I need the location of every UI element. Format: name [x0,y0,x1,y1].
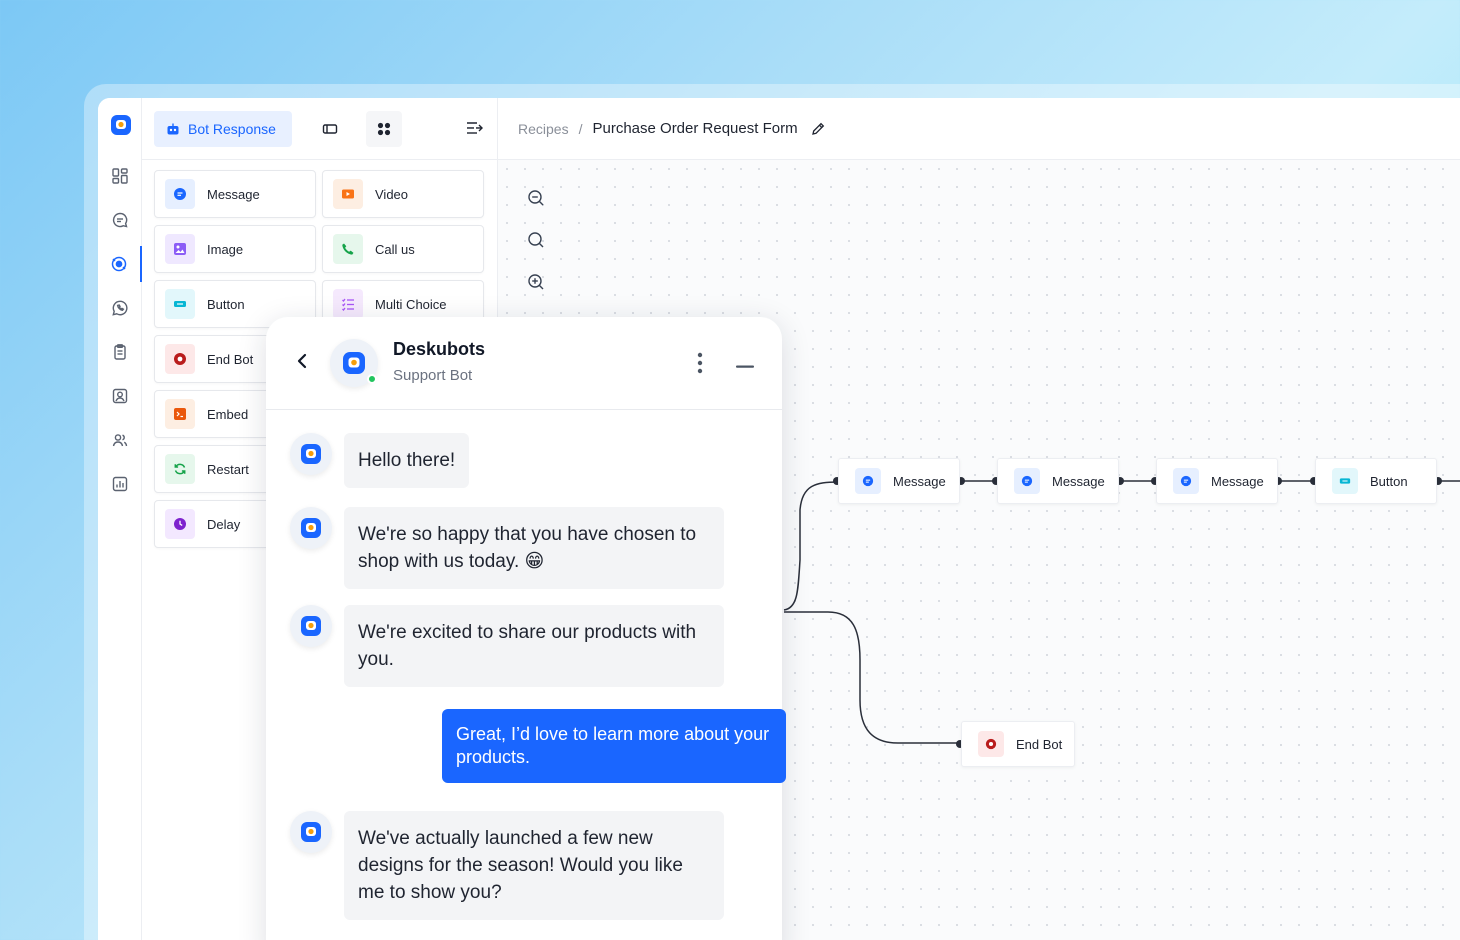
clipboard-icon[interactable] [98,334,142,370]
block-image[interactable]: Image [154,225,316,273]
stop-icon [174,353,186,365]
node-label: Button [1370,473,1408,489]
panel-icon [322,124,338,134]
chat-bubble-icon [1180,475,1192,487]
block-video[interactable]: Video [322,170,484,218]
block-label: Embed [207,406,249,422]
breadcrumb-separator: / [578,120,583,137]
block-label: Multi Choice [375,296,447,312]
nav-rail [98,98,142,940]
block-label: Video [375,186,409,202]
grid-icon [377,122,391,136]
more-vertical-icon[interactable] [690,351,710,375]
block-label: Delay [207,516,241,532]
stop-icon [985,738,997,750]
chat-bubble-icon [1021,475,1033,487]
collapse-panel-icon[interactable] [463,116,487,140]
image-icon [174,243,186,255]
block-label: Image [207,241,244,257]
chat-widget: Deskubots Support Bot Hello there! We're… [266,317,786,940]
whatsapp-icon[interactable] [98,290,142,326]
dashboard-icon[interactable] [98,158,142,194]
block-label: End Bot [207,351,254,367]
chat-icon[interactable] [98,202,142,238]
block-call-us[interactable]: Call us [322,225,484,273]
block-label: Restart [207,461,249,477]
node-label: End Bot [1016,736,1063,752]
bot-builder-icon[interactable] [98,246,142,282]
bot-avatar [290,605,332,647]
restart-icon [174,463,186,475]
bot-message-bubble: We've actually launched a few new design… [344,811,724,920]
tab-layout-toggle[interactable] [312,111,348,147]
button-icon [1339,478,1351,484]
node-label: Message [893,473,946,489]
bot-icon [167,123,179,135]
button-icon [174,301,186,307]
deskubots-logo[interactable] [110,114,132,136]
bot-message-bubble: We're so happy that you have chosen to s… [344,507,724,589]
bot-message-bubble: We're excited to share our products with… [344,605,724,687]
page-title: Purchase Order Request Form [592,120,798,137]
deskubots-logo-icon [301,518,321,538]
tab-bot-response[interactable]: Bot Response [154,111,292,147]
palette-toolbar: Bot Response [142,98,497,160]
embed-icon [174,408,186,420]
breadcrumb: Recipes / Purchase Order Request Form [498,98,1460,160]
analytics-icon[interactable] [98,466,142,502]
block-label: Message [207,186,260,202]
flow-node-end-bot[interactable]: End Bot [961,721,1075,767]
user-message-bubble: Great, I’d love to learn more about your… [442,709,786,783]
users-icon[interactable] [98,422,142,458]
contact-card-icon[interactable] [98,378,142,414]
block-message[interactable]: Message [154,170,316,218]
pencil-icon[interactable] [810,121,826,137]
node-label: Message [1052,473,1105,489]
chat-bubble-icon [862,475,874,487]
online-status-dot [367,374,377,384]
flow-node-message-3[interactable]: Message [1156,458,1278,504]
bot-avatar [290,811,332,853]
list-icon [342,298,354,311]
chat-bubble-icon [174,188,186,200]
deskubots-logo-icon [301,444,321,464]
deskubots-logo-icon [343,352,365,374]
flow-node-message-1[interactable]: Message [838,458,960,504]
minimize-icon[interactable] [736,365,754,369]
breadcrumb-recipes-link[interactable]: Recipes [518,121,569,137]
tab-apps[interactable] [366,111,402,147]
block-label: Button [207,296,245,312]
chat-header: Deskubots Support Bot [266,317,782,410]
flow-node-button[interactable]: Button [1315,458,1437,504]
bot-avatar [290,433,332,475]
tab-bot-response-label: Bot Response [188,121,276,137]
bot-avatar [290,507,332,549]
node-label: Message [1211,473,1264,489]
video-icon [342,189,354,199]
block-label: Call us [375,241,415,257]
bot-name: Deskubots [393,339,486,359]
deskubots-logo-icon [301,616,321,636]
deskubots-logo-icon [301,822,321,842]
clock-icon [174,518,186,530]
chevron-left-icon[interactable] [292,351,312,371]
bot-subtitle: Support Bot [393,367,473,384]
bot-message-bubble: Hello there! [344,433,470,488]
flow-node-message-2[interactable]: Message [997,458,1119,504]
phone-icon [342,243,354,255]
